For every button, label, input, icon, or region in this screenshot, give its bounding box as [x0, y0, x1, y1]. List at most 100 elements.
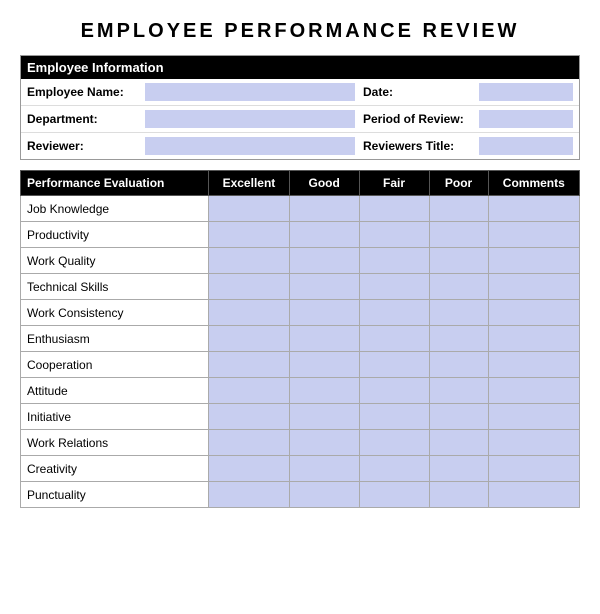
cell-fair[interactable]: [359, 352, 429, 378]
cell-poor[interactable]: [429, 404, 488, 430]
cell-excellent[interactable]: [209, 456, 290, 482]
table-row: Work Relations: [21, 430, 580, 456]
cell-comments[interactable]: [488, 222, 579, 248]
cell-comments[interactable]: [488, 378, 579, 404]
cell-comments[interactable]: [488, 482, 579, 508]
cell-excellent[interactable]: [209, 196, 290, 222]
cell-comments[interactable]: [488, 404, 579, 430]
info-row-2: Department: Period of Review:: [21, 106, 579, 133]
performance-table: Performance Evaluation Excellent Good Fa…: [20, 170, 580, 508]
period-label: Period of Review:: [363, 112, 473, 126]
cell-good[interactable]: [289, 196, 359, 222]
date-input[interactable]: [479, 83, 573, 101]
cell-comments[interactable]: [488, 456, 579, 482]
reviewer-input[interactable]: [145, 137, 355, 155]
cell-good[interactable]: [289, 378, 359, 404]
row-label: Work Consistency: [21, 300, 209, 326]
cell-poor[interactable]: [429, 196, 488, 222]
row-label: Work Relations: [21, 430, 209, 456]
row-label: Punctuality: [21, 482, 209, 508]
cell-poor[interactable]: [429, 326, 488, 352]
employee-info-header: Employee Information: [21, 56, 579, 79]
cell-comments[interactable]: [488, 196, 579, 222]
reviewer-label: Reviewer:: [27, 139, 137, 153]
table-row: Work Quality: [21, 248, 580, 274]
cell-fair[interactable]: [359, 404, 429, 430]
cell-good[interactable]: [289, 404, 359, 430]
date-label: Date:: [363, 85, 473, 99]
employee-info-section: Employee Information Employee Name: Date…: [20, 55, 580, 160]
reviewers-title-input[interactable]: [479, 137, 573, 155]
row-label: Initiative: [21, 404, 209, 430]
cell-good[interactable]: [289, 300, 359, 326]
row-label: Attitude: [21, 378, 209, 404]
page-title: EMPLOYEE PERFORMANCE REVIEW: [20, 20, 580, 43]
row-label: Creativity: [21, 456, 209, 482]
cell-good[interactable]: [289, 482, 359, 508]
cell-excellent[interactable]: [209, 248, 290, 274]
cell-excellent[interactable]: [209, 222, 290, 248]
cell-fair[interactable]: [359, 326, 429, 352]
cell-excellent[interactable]: [209, 378, 290, 404]
row-label: Job Knowledge: [21, 196, 209, 222]
table-row: Punctuality: [21, 482, 580, 508]
cell-fair[interactable]: [359, 378, 429, 404]
period-input[interactable]: [479, 110, 573, 128]
cell-poor[interactable]: [429, 248, 488, 274]
cell-excellent[interactable]: [209, 482, 290, 508]
department-input[interactable]: [145, 110, 355, 128]
cell-comments[interactable]: [488, 430, 579, 456]
header-fair: Fair: [359, 171, 429, 196]
cell-good[interactable]: [289, 352, 359, 378]
row-label: Cooperation: [21, 352, 209, 378]
cell-fair[interactable]: [359, 430, 429, 456]
cell-good[interactable]: [289, 430, 359, 456]
header-eval: Performance Evaluation: [21, 171, 209, 196]
cell-fair[interactable]: [359, 456, 429, 482]
cell-good[interactable]: [289, 274, 359, 300]
table-row: Initiative: [21, 404, 580, 430]
row-label: Enthusiasm: [21, 326, 209, 352]
table-row: Enthusiasm: [21, 326, 580, 352]
cell-poor[interactable]: [429, 378, 488, 404]
cell-comments[interactable]: [488, 274, 579, 300]
cell-good[interactable]: [289, 456, 359, 482]
info-row-3: Reviewer: Reviewers Title:: [21, 133, 579, 159]
cell-comments[interactable]: [488, 248, 579, 274]
cell-good[interactable]: [289, 222, 359, 248]
cell-comments[interactable]: [488, 300, 579, 326]
cell-poor[interactable]: [429, 222, 488, 248]
cell-fair[interactable]: [359, 274, 429, 300]
cell-poor[interactable]: [429, 482, 488, 508]
cell-poor[interactable]: [429, 456, 488, 482]
cell-comments[interactable]: [488, 326, 579, 352]
department-label: Department:: [27, 112, 137, 126]
table-row: Attitude: [21, 378, 580, 404]
header-poor: Poor: [429, 171, 488, 196]
cell-excellent[interactable]: [209, 326, 290, 352]
cell-good[interactable]: [289, 326, 359, 352]
cell-fair[interactable]: [359, 300, 429, 326]
employee-name-label: Employee Name:: [27, 85, 137, 99]
cell-poor[interactable]: [429, 352, 488, 378]
cell-fair[interactable]: [359, 222, 429, 248]
cell-poor[interactable]: [429, 430, 488, 456]
cell-excellent[interactable]: [209, 404, 290, 430]
employee-name-input[interactable]: [145, 83, 355, 101]
cell-excellent[interactable]: [209, 352, 290, 378]
cell-poor[interactable]: [429, 300, 488, 326]
cell-excellent[interactable]: [209, 274, 290, 300]
cell-comments[interactable]: [488, 352, 579, 378]
cell-excellent[interactable]: [209, 300, 290, 326]
row-label: Productivity: [21, 222, 209, 248]
cell-fair[interactable]: [359, 482, 429, 508]
row-label: Work Quality: [21, 248, 209, 274]
header-comments: Comments: [488, 171, 579, 196]
reviewers-title-label: Reviewers Title:: [363, 139, 473, 153]
table-row: Work Consistency: [21, 300, 580, 326]
cell-fair[interactable]: [359, 248, 429, 274]
cell-good[interactable]: [289, 248, 359, 274]
cell-poor[interactable]: [429, 274, 488, 300]
cell-fair[interactable]: [359, 196, 429, 222]
cell-excellent[interactable]: [209, 430, 290, 456]
